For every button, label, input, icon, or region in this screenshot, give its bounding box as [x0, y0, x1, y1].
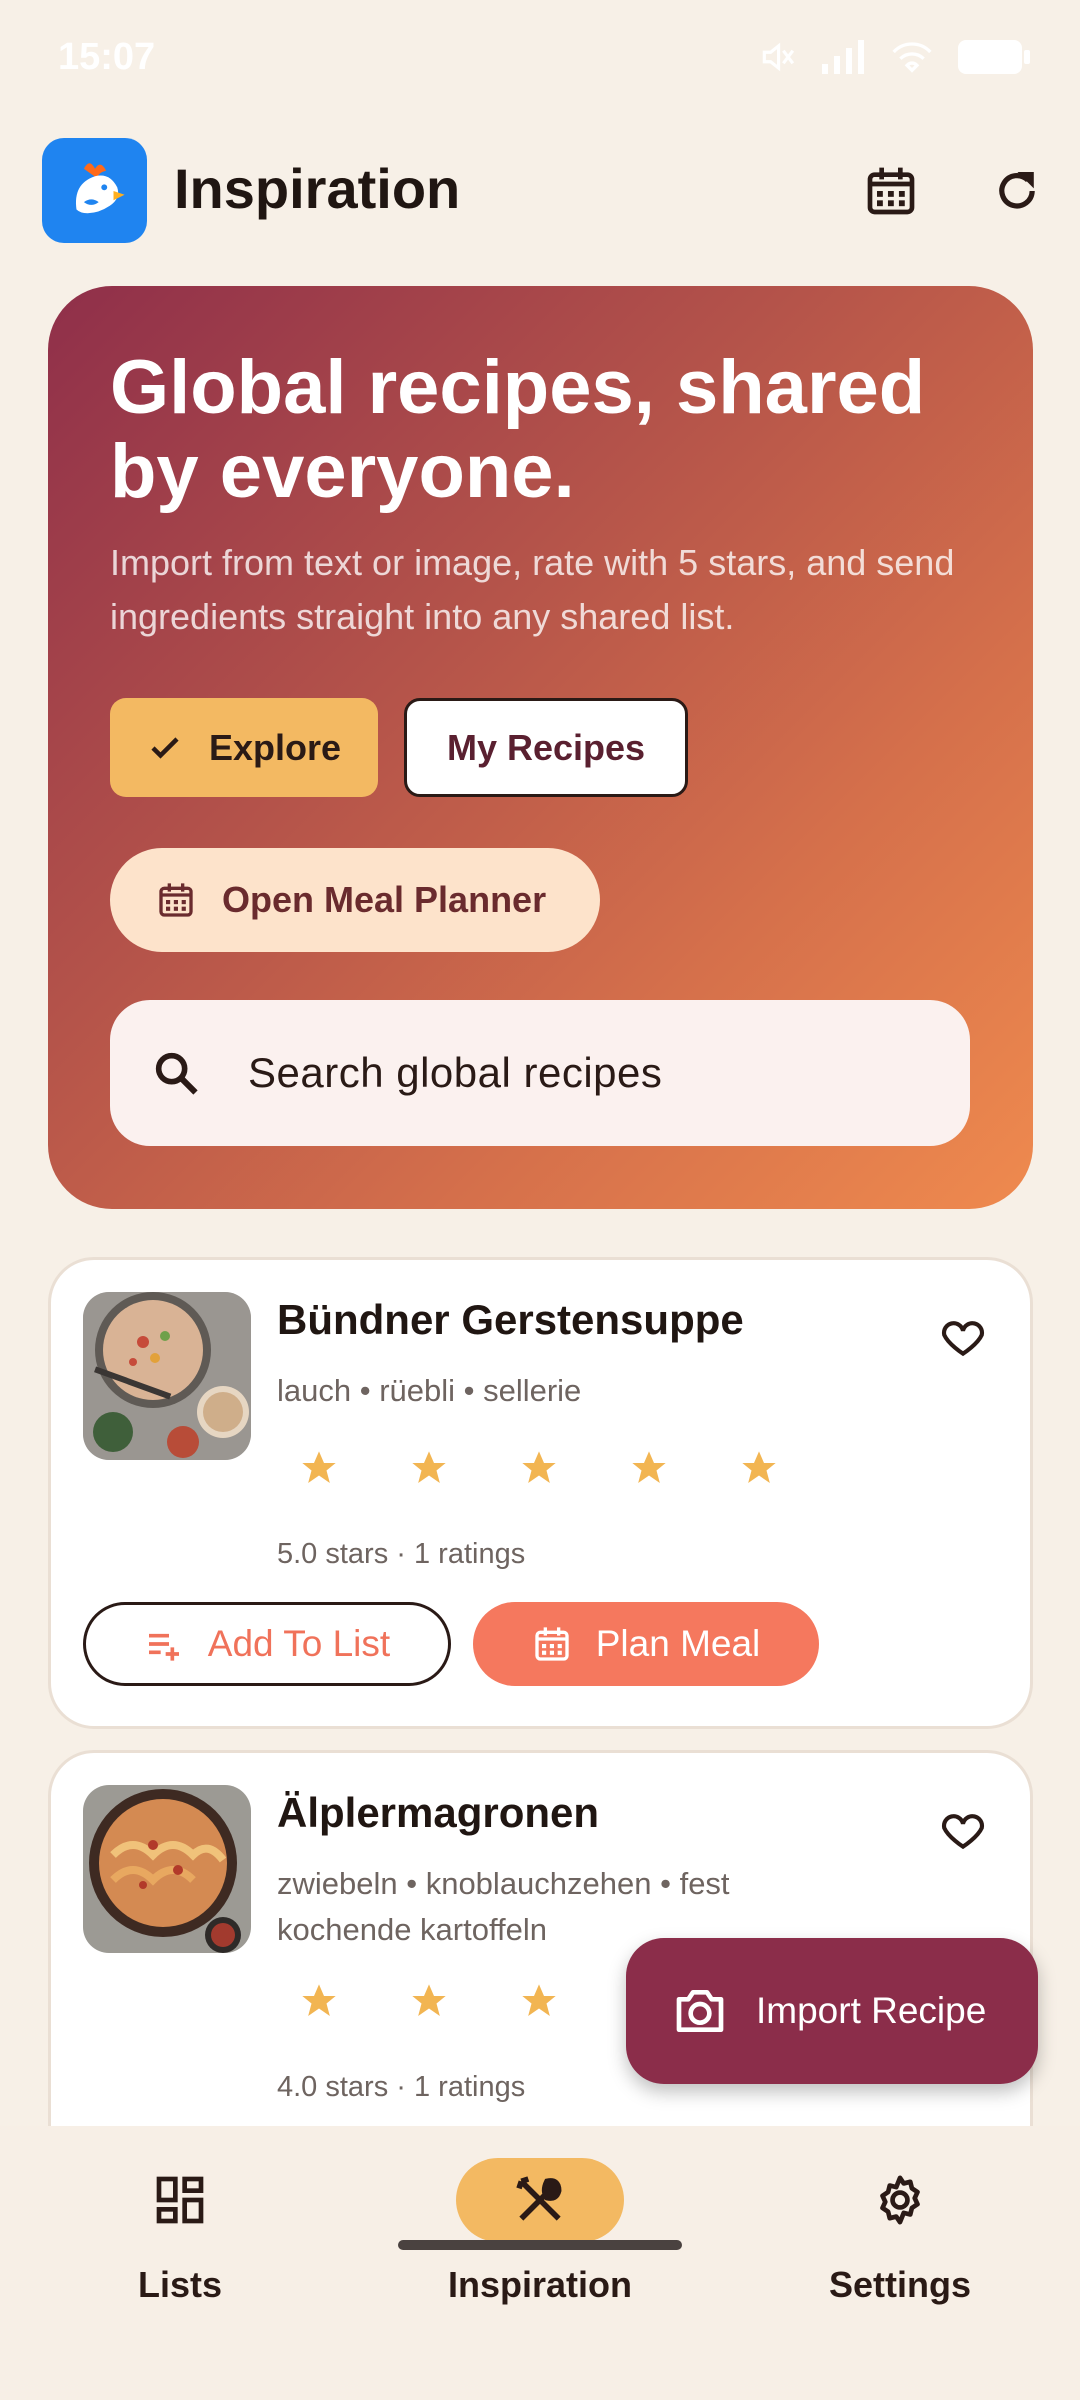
nav-label: Lists [137, 2264, 223, 2305]
signal-icon [822, 40, 864, 74]
wifi-icon [892, 42, 932, 73]
star-icon[interactable] [299, 1981, 339, 2021]
hero-title: Global recipes, shared by everyone. [110, 345, 926, 514]
heart-icon [941, 1814, 985, 1850]
nav-item-lists[interactable]: Lists [30, 2158, 330, 2306]
nav-icon-container [816, 2158, 984, 2242]
calendar-icon [535, 1627, 569, 1661]
nav-item-settings[interactable]: Settings [750, 2158, 1050, 2306]
explore-segment[interactable]: Explore [110, 698, 378, 797]
recipe-card[interactable]: Bündner Gerstensuppe lauch • rüebli • se… [48, 1257, 1033, 1729]
refresh-button[interactable] [982, 156, 1052, 226]
status-icons [758, 38, 1030, 76]
restaurant-icon [516, 2176, 562, 2221]
calendar-icon [867, 167, 915, 215]
open-meal-planner-label: Open Meal Planner [222, 879, 547, 920]
search-icon [155, 1052, 198, 1095]
check-icon [151, 736, 179, 759]
search-placeholder: Search global recipes [248, 1049, 663, 1096]
bottom-navigation: Lists Inspiration Settings [0, 2126, 1080, 2400]
star-icon[interactable] [409, 1981, 449, 2021]
nav-label: Inspiration [447, 2264, 632, 2305]
add-to-list-button[interactable]: Add To List [83, 1602, 451, 1686]
star-rating[interactable] [299, 1981, 559, 2021]
add-to-list-label: Add To List [207, 1623, 391, 1664]
dashboard-icon [156, 2176, 204, 2224]
nav-item-inspiration[interactable]: Inspiration [390, 2158, 690, 2306]
star-icon[interactable] [629, 1448, 669, 1488]
my-recipes-segment[interactable]: My Recipes [404, 698, 688, 797]
camera-icon [676, 1990, 724, 2032]
calendar-button[interactable] [856, 156, 926, 226]
nav-icon-container [456, 2158, 624, 2242]
status-time: 15:07 [58, 36, 156, 78]
heart-icon [941, 1321, 985, 1357]
hero-card: Global recipes, shared by everyone. Impo… [48, 286, 1033, 1209]
search-input[interactable]: Search global recipes [110, 1000, 970, 1146]
nav-label: Settings [828, 2264, 971, 2305]
star-icon[interactable] [299, 1448, 339, 1488]
star-rating[interactable] [299, 1448, 779, 1488]
battery-icon [958, 40, 1030, 74]
calendar-icon [159, 883, 193, 917]
mute-icon [762, 42, 795, 72]
nav-icon-container [96, 2158, 264, 2242]
playlist-add-icon [148, 1633, 179, 1661]
rooster-logo-icon [75, 162, 125, 213]
app-bar: Inspiration [0, 138, 1080, 244]
favorite-button[interactable] [938, 1312, 988, 1362]
my-recipes-label: My Recipes [446, 726, 646, 768]
gear-icon [880, 2175, 920, 2225]
recipe-title: Bündner Gerstensuppe [277, 1296, 744, 1343]
star-icon[interactable] [409, 1448, 449, 1488]
plan-meal-button[interactable]: Plan Meal [473, 1602, 819, 1686]
status-bar: 15:07 [0, 0, 1080, 110]
home-indicator[interactable] [398, 2240, 682, 2250]
plan-meal-label: Plan Meal [595, 1623, 761, 1664]
star-icon[interactable] [519, 1981, 559, 2021]
open-meal-planner-button[interactable]: Open Meal Planner [110, 848, 600, 952]
recipe-thumbnail [83, 1292, 251, 1460]
import-recipe-button[interactable]: Import Recipe [626, 1938, 1038, 2084]
recipe-title: Älplermagronen [277, 1789, 600, 1836]
app-logo [42, 138, 147, 243]
star-icon[interactable] [739, 1448, 779, 1488]
star-icon[interactable] [519, 1448, 559, 1488]
recipe-thumbnail [83, 1785, 251, 1953]
favorite-button[interactable] [938, 1805, 988, 1855]
page-title: Inspiration [174, 157, 461, 220]
import-recipe-label: Import Recipe [756, 1990, 987, 2031]
rating-text: 5.0 stars · 1 ratings [277, 1538, 526, 1570]
refresh-icon [999, 172, 1035, 209]
rating-text: 4.0 stars · 1 ratings [277, 2071, 526, 2103]
explore-label: Explore [208, 726, 342, 768]
hero-subtitle: Import from text or image, rate with 5 s… [110, 542, 955, 637]
recipe-ingredients: lauch • rüebli • sellerie [277, 1373, 582, 1408]
